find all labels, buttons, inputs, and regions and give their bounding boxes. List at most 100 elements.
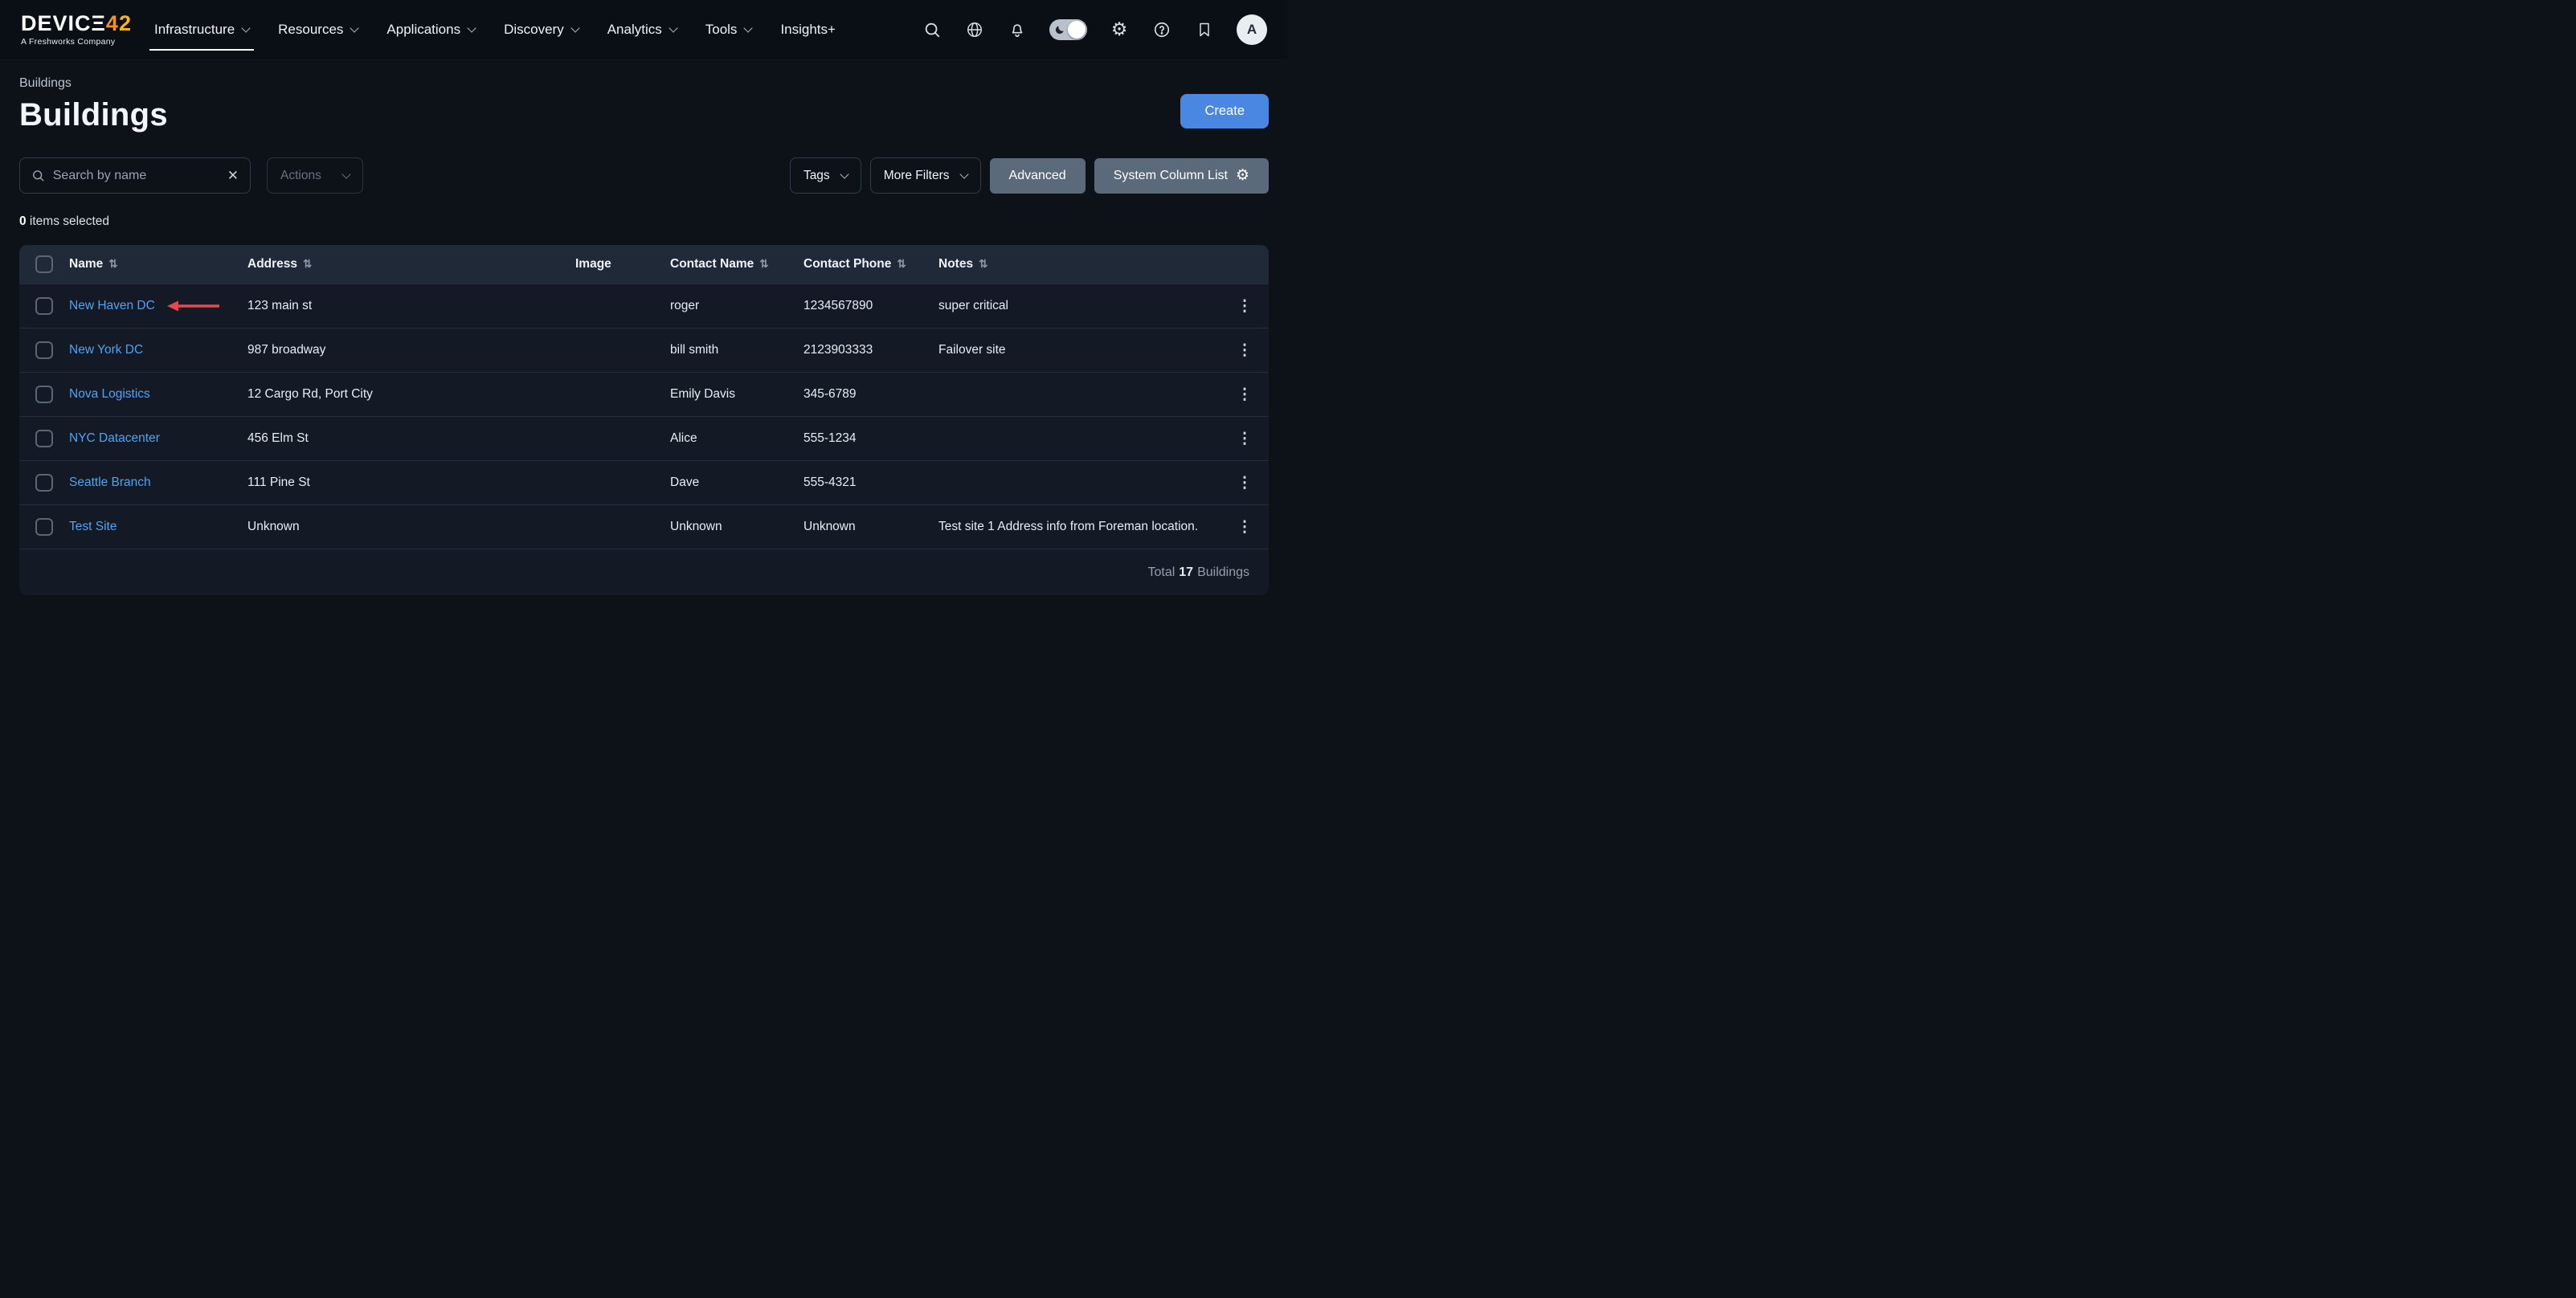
building-name-link[interactable]: New York DC — [69, 343, 143, 357]
notes-cell: Failover site — [938, 343, 1229, 357]
column-header-address[interactable]: Address⇅ — [247, 257, 575, 271]
row-actions-kebab-icon[interactable]: ⋮ — [1237, 430, 1253, 448]
contact-name-cell: roger — [670, 299, 803, 313]
address-cell: 123 main st — [247, 299, 575, 313]
building-name-link[interactable]: Seattle Branch — [69, 476, 151, 490]
column-header-contact-phone[interactable]: Contact Phone⇅ — [803, 257, 938, 271]
more-filters-dropdown[interactable]: More Filters — [870, 157, 981, 194]
contact-phone-cell: 345-6789 — [803, 387, 938, 402]
navbar-actions: ⚙ A — [922, 14, 1267, 45]
building-name-link[interactable]: Test Site — [69, 520, 117, 534]
contact-name-cell: Unknown — [670, 520, 803, 534]
row-checkbox[interactable] — [35, 297, 53, 315]
clear-search-icon[interactable]: ✕ — [227, 168, 239, 184]
actions-dropdown[interactable]: Actions — [267, 157, 363, 194]
nav-item-analytics[interactable]: Analytics — [607, 22, 677, 38]
table-header-row: Name⇅ Address⇅ Image Contact Name⇅ Conta… — [19, 245, 1269, 284]
row-checkbox[interactable] — [35, 474, 53, 492]
contact-name-cell: Emily Davis — [670, 387, 803, 402]
row-checkbox[interactable] — [35, 430, 53, 447]
column-header-contact-name[interactable]: Contact Name⇅ — [670, 257, 803, 271]
sort-icon[interactable]: ⇅ — [108, 258, 117, 271]
chevron-down-icon — [840, 169, 848, 178]
table-row: Test Site Unknown Unknown Unknown Test s… — [19, 504, 1269, 549]
nav-item-infrastructure[interactable]: Infrastructure — [154, 22, 249, 38]
search-icon[interactable] — [922, 19, 942, 40]
page-title: Buildings — [19, 97, 168, 133]
building-name-link[interactable]: NYC Datacenter — [69, 431, 160, 446]
annotation-arrow-icon — [166, 300, 221, 312]
contact-name-cell: bill smith — [670, 343, 803, 357]
table-row: Seattle Branch 111 Pine St Dave 555-4321… — [19, 460, 1269, 504]
sort-icon[interactable]: ⇅ — [897, 258, 906, 271]
selected-summary: 0 items selected — [19, 214, 1269, 229]
table-row: Nova Logistics 12 Cargo Rd, Port City Em… — [19, 372, 1269, 416]
building-name-link[interactable]: Nova Logistics — [69, 387, 150, 402]
chevron-down-icon — [241, 23, 250, 32]
system-column-list-button[interactable]: System Column List ⚙ — [1094, 158, 1269, 194]
breadcrumb[interactable]: Buildings — [19, 76, 168, 91]
buildings-table: Name⇅ Address⇅ Image Contact Name⇅ Conta… — [19, 245, 1269, 595]
building-name-link[interactable]: New Haven DC — [69, 299, 155, 313]
address-cell: 456 Elm St — [247, 431, 575, 446]
filter-right-group: Tags More Filters Advanced System Column… — [790, 157, 1269, 194]
filter-bar: ✕ Actions Tags More Filters Advanced Sys… — [19, 157, 1269, 194]
column-header-name[interactable]: Name⇅ — [69, 257, 247, 271]
table-row: NYC Datacenter 456 Elm St Alice 555-1234… — [19, 416, 1269, 460]
contact-phone-cell: 555-1234 — [803, 431, 938, 446]
help-icon[interactable] — [1151, 19, 1172, 40]
nav-item-discovery[interactable]: Discovery — [504, 22, 579, 38]
chevron-down-icon — [350, 23, 359, 32]
total-count: 17 — [1179, 565, 1193, 580]
logo-text: DEVICΞ42 — [21, 13, 132, 35]
select-all-checkbox[interactable] — [35, 255, 53, 273]
row-actions-kebab-icon[interactable]: ⋮ — [1237, 518, 1253, 537]
globe-icon[interactable] — [964, 19, 985, 40]
page-header: Buildings Buildings Create — [19, 76, 1269, 133]
contact-name-cell: Dave — [670, 476, 803, 490]
table-row: New York DC 987 broadway bill smith 2123… — [19, 328, 1269, 372]
sort-icon[interactable]: ⇅ — [759, 258, 768, 271]
nav-item-insights[interactable]: Insights+ — [780, 22, 836, 38]
notifications-bell-icon[interactable] — [1007, 19, 1028, 40]
chevron-down-icon — [744, 23, 753, 32]
bookmark-icon[interactable] — [1194, 19, 1215, 40]
create-button[interactable]: Create — [1180, 94, 1269, 129]
main-nav: Infrastructure Resources Applications Di… — [154, 22, 836, 38]
row-actions-kebab-icon[interactable]: ⋮ — [1237, 297, 1253, 316]
notes-cell: Test site 1 Address info from Foreman lo… — [938, 520, 1229, 534]
row-actions-kebab-icon[interactable]: ⋮ — [1237, 474, 1253, 492]
advanced-button[interactable]: Advanced — [990, 158, 1086, 194]
user-avatar[interactable]: A — [1237, 14, 1267, 45]
table-footer: Total 17 Buildings — [19, 549, 1269, 595]
sort-icon[interactable]: ⇅ — [303, 258, 312, 271]
tags-dropdown[interactable]: Tags — [790, 157, 861, 194]
search-input[interactable] — [53, 169, 219, 183]
toggle-knob — [1068, 21, 1086, 39]
settings-gear-icon[interactable]: ⚙ — [1109, 19, 1130, 40]
row-checkbox[interactable] — [35, 386, 53, 403]
address-cell: Unknown — [247, 520, 575, 534]
chevron-down-icon — [570, 23, 579, 32]
sort-icon[interactable]: ⇅ — [979, 258, 987, 271]
contact-phone-cell: Unknown — [803, 520, 938, 534]
gear-icon: ⚙ — [1236, 168, 1249, 183]
device42-logo[interactable]: DEVICΞ42 A Freshworks Company — [21, 13, 132, 47]
dark-mode-toggle[interactable] — [1049, 19, 1087, 40]
address-cell: 987 broadway — [247, 343, 575, 357]
nav-item-resources[interactable]: Resources — [278, 22, 358, 38]
nav-item-tools[interactable]: Tools — [705, 22, 752, 38]
row-actions-kebab-icon[interactable]: ⋮ — [1237, 386, 1253, 404]
address-cell: 12 Cargo Rd, Port City — [247, 387, 575, 402]
row-actions-kebab-icon[interactable]: ⋮ — [1237, 341, 1253, 360]
nav-item-applications[interactable]: Applications — [386, 22, 475, 38]
contact-phone-cell: 555-4321 — [803, 476, 938, 490]
column-header-notes[interactable]: Notes⇅ — [938, 257, 1229, 271]
row-checkbox[interactable] — [35, 518, 53, 536]
address-cell: 111 Pine St — [247, 476, 575, 490]
top-navbar: DEVICΞ42 A Freshworks Company Infrastruc… — [0, 0, 1288, 59]
search-icon — [31, 168, 45, 183]
logo-tagline: A Freshworks Company — [21, 37, 132, 47]
chevron-down-icon — [959, 169, 968, 178]
row-checkbox[interactable] — [35, 341, 53, 359]
